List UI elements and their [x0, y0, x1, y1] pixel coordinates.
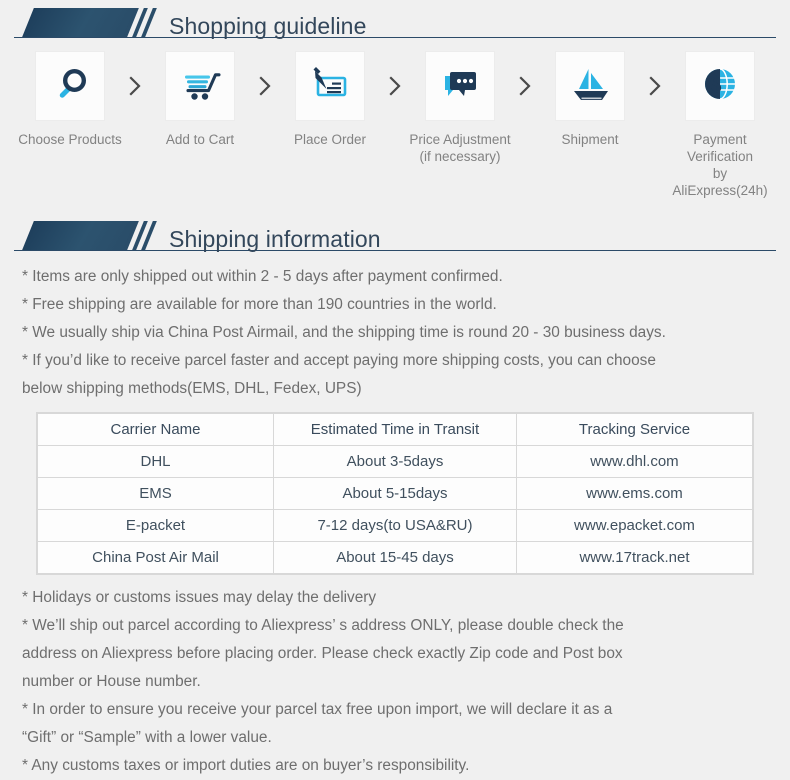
shopping-guideline-banner: Shopping guideline [14, 0, 776, 42]
step-label: Add to Cart [165, 132, 235, 147]
banner-rule [14, 37, 776, 38]
step-icon-box: $ $ [686, 52, 754, 120]
shipping-note: * We usually ship via China Post Airmail… [22, 324, 666, 341]
cell-transit-time: About 15-45 days [273, 541, 517, 574]
cell-transit-time: About 5-15days [273, 477, 517, 510]
page-title-shipping-information: Shipping information [169, 226, 381, 252]
banner-stripes-icon [123, 221, 157, 250]
step-price-adjustment: Price Adjustment (if necessary) [408, 52, 512, 165]
table-row: E-packet 7-12 days(to USA&RU) www.epacke… [36, 509, 754, 542]
step-shipment: Shipment [538, 52, 642, 148]
step-place-order: Place Order [278, 52, 382, 148]
svg-text:$: $ [710, 72, 722, 97]
cell-tracking-url: www.ems.com [515, 477, 754, 510]
shipping-notes-top: * Items are only shipped out within 2 - … [0, 263, 790, 403]
column-header-carrier-name: Carrier Name [36, 413, 275, 446]
pen-check-icon [307, 61, 353, 112]
cell-transit-time: 7-12 days(to USA&RU) [273, 509, 517, 542]
banner-rule [14, 250, 776, 251]
step-icon-box [36, 52, 104, 120]
banner-parallelogram [22, 8, 137, 37]
chat-bubbles-icon [437, 61, 483, 112]
column-header-tracking-service: Tracking Service [515, 413, 754, 446]
step-label: Choose Products [18, 132, 122, 147]
shipping-note: * Holidays or customs issues may delay t… [22, 589, 377, 606]
banner-stripes-icon [123, 8, 157, 37]
step-icon-box [556, 52, 624, 120]
shipping-note: * Items are only shipped out within 2 - … [22, 268, 503, 285]
shipping-note: * Any customs taxes or import duties are… [22, 757, 470, 774]
page-title-shopping-guideline: Shopping guideline [169, 13, 367, 39]
sailboat-icon [567, 61, 613, 112]
cell-carrier: DHL [36, 445, 275, 478]
chevron-right-icon [382, 52, 408, 120]
table-row: DHL About 3-5days www.dhl.com [36, 445, 754, 478]
cell-tracking-url: www.epacket.com [515, 509, 754, 542]
step-payment-verification: $ $ Payment Verification by AliExpress(2… [668, 52, 772, 199]
step-label: Place Order [293, 132, 367, 147]
step-label: Price Adjustment (if necessary) [409, 132, 511, 164]
step-label: Payment Verification by AliExpress(24h) [672, 132, 768, 198]
step-icon-box [426, 52, 494, 120]
banner-parallelogram [22, 221, 137, 250]
step-choose-products: Choose Products [18, 52, 122, 148]
shipping-note: * We’ll ship out parcel according to Ali… [22, 617, 624, 690]
chevron-right-icon [512, 52, 538, 120]
shipping-notes-bottom: * Holidays or customs issues may delay t… [0, 584, 790, 780]
magnifier-icon [48, 62, 92, 111]
cell-carrier: E-packet [36, 509, 275, 542]
cell-carrier: EMS [36, 477, 275, 510]
shopping-steps: Choose Products Add to Cart Place Order … [0, 52, 790, 199]
step-icon-box [296, 52, 364, 120]
chevron-right-icon [122, 52, 148, 120]
cell-carrier: China Post Air Mail [36, 541, 275, 574]
step-label: Shipment [561, 132, 619, 147]
shipping-info-page: Shopping guideline Choose Products Add t… [0, 0, 790, 774]
chevron-right-icon [252, 52, 278, 120]
shipping-information-banner: Shipping information [14, 213, 776, 255]
shipping-note: * If you’d like to receive parcel faster… [22, 352, 656, 397]
cell-tracking-url: www.17track.net [515, 541, 754, 574]
column-header-estimated-time: Estimated Time in Transit [273, 413, 517, 446]
step-icon-box [166, 52, 234, 120]
table-header-row: Carrier Name Estimated Time in Transit T… [36, 413, 754, 446]
table-row: China Post Air Mail About 15-45 days www… [36, 541, 754, 574]
shopping-cart-icon [177, 61, 223, 112]
shipping-note: * Free shipping are available for more t… [22, 296, 497, 313]
shipping-note: * In order to ensure you receive your pa… [22, 701, 613, 746]
carrier-table: Carrier Name Estimated Time in Transit T… [36, 412, 754, 575]
dollar-globe-icon: $ $ [697, 61, 743, 112]
table-row: EMS About 5-15days www.ems.com [36, 477, 754, 510]
step-add-to-cart: Add to Cart [148, 52, 252, 148]
cell-tracking-url: www.dhl.com [515, 445, 754, 478]
cell-transit-time: About 3-5days [273, 445, 517, 478]
chevron-right-icon [642, 52, 668, 120]
